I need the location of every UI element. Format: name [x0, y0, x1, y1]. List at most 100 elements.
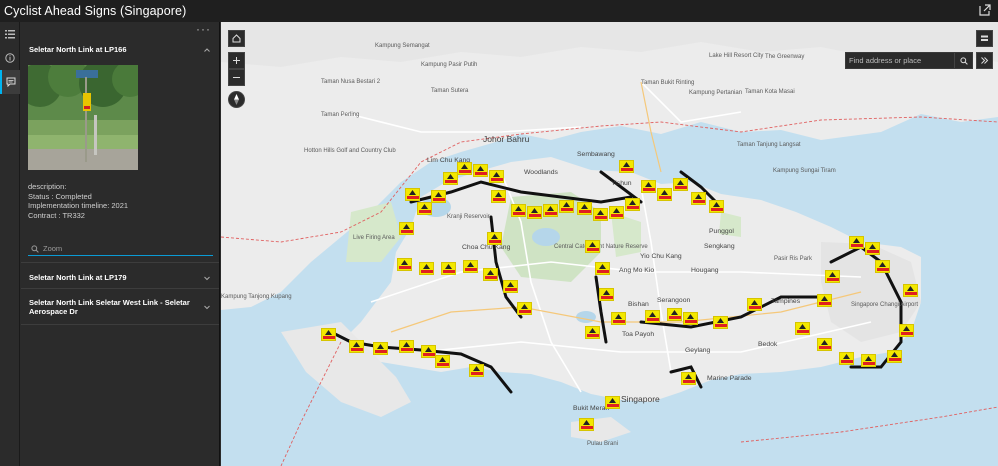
sign-marker[interactable] — [469, 364, 484, 377]
zoom-to-button[interactable]: Zoom — [28, 242, 213, 256]
zoom-out-button[interactable] — [228, 69, 245, 86]
sign-marker[interactable] — [487, 232, 502, 245]
chevron-up-icon[interactable] — [203, 46, 211, 54]
expand-button[interactable] — [976, 52, 993, 69]
map-label: Taman Sutera — [431, 88, 469, 94]
sign-marker[interactable] — [887, 350, 902, 363]
sign-marker[interactable] — [491, 190, 506, 203]
sign-marker[interactable] — [441, 262, 456, 275]
sign-marker[interactable] — [657, 188, 672, 201]
sign-marker[interactable] — [683, 312, 698, 325]
sign-marker[interactable] — [849, 236, 864, 249]
home-button[interactable] — [228, 30, 245, 47]
sign-marker[interactable] — [443, 172, 458, 185]
zoom-in-button[interactable] — [228, 52, 245, 69]
compass-icon — [234, 94, 239, 105]
app-window: Cyclist Ahead Signs (Singapore) ··· Sele… — [0, 0, 998, 466]
sign-marker[interactable] — [641, 180, 656, 193]
map-label: Bedok — [758, 341, 778, 348]
rail-info-button[interactable] — [0, 46, 20, 70]
description-label: description: — [28, 182, 67, 191]
rail-comment-button[interactable] — [0, 70, 20, 94]
sign-marker[interactable] — [579, 418, 594, 431]
sign-marker[interactable] — [875, 260, 890, 273]
comment-icon — [6, 77, 16, 87]
sign-marker[interactable] — [619, 160, 634, 173]
sign-marker[interactable] — [795, 322, 810, 335]
legend-icon — [981, 35, 988, 41]
sign-marker[interactable] — [681, 372, 696, 385]
more-options-button[interactable]: ··· — [196, 23, 211, 35]
sign-marker[interactable] — [559, 200, 574, 213]
map-label: Central Catchment Nature Reserve — [554, 244, 648, 250]
sign-marker[interactable] — [865, 242, 880, 255]
sign-marker[interactable] — [839, 352, 854, 365]
map-label: Taman Kota Masai — [745, 89, 795, 95]
search-input[interactable] — [846, 53, 954, 68]
sign-marker[interactable] — [709, 200, 724, 213]
sign-marker[interactable] — [585, 326, 600, 339]
map-label: Kampung Sungai Tiram — [773, 168, 836, 174]
sign-marker[interactable] — [825, 270, 840, 283]
sign-marker[interactable] — [457, 162, 472, 175]
layers-button[interactable] — [976, 30, 993, 47]
sign-marker[interactable] — [349, 340, 364, 353]
sign-marker[interactable] — [373, 342, 388, 355]
sign-marker[interactable] — [691, 192, 706, 205]
sign-marker[interactable] — [397, 258, 412, 271]
sign-marker[interactable] — [321, 328, 336, 341]
sign-marker[interactable] — [713, 316, 728, 329]
map-label: Punggol — [709, 228, 734, 235]
sign-marker[interactable] — [817, 338, 832, 351]
sign-marker[interactable] — [435, 355, 450, 368]
sign-marker[interactable] — [577, 202, 592, 215]
map-label: Singapore — [621, 394, 660, 404]
sign-marker[interactable] — [605, 396, 620, 409]
map-label: Marine Parade — [707, 375, 752, 382]
map-label: Taman Bukit Rinting — [641, 80, 695, 86]
list-item[interactable]: Seletar North Link Seletar West Link - S… — [21, 289, 219, 325]
sign-marker[interactable] — [861, 354, 876, 367]
sign-marker[interactable] — [511, 204, 526, 217]
sign-marker[interactable] — [473, 164, 488, 177]
sign-marker[interactable] — [611, 312, 626, 325]
sign-marker[interactable] — [645, 310, 660, 323]
sign-marker[interactable] — [421, 345, 436, 358]
sign-marker[interactable] — [517, 302, 532, 315]
sign-marker[interactable] — [673, 178, 688, 191]
rail-list-button[interactable] — [0, 22, 20, 46]
sign-marker[interactable] — [399, 222, 414, 235]
list-item[interactable]: Seletar North Link at LP179 — [21, 263, 219, 289]
sign-marker[interactable] — [419, 262, 434, 275]
sign-marker[interactable] — [899, 324, 914, 337]
sign-marker[interactable] — [609, 206, 624, 219]
map-label: Singapore Changi Airport — [851, 302, 919, 308]
status-text: Status : Completed — [28, 191, 92, 201]
selected-item-header[interactable]: Seletar North Link at LP166 — [21, 36, 219, 60]
sign-marker[interactable] — [405, 188, 420, 201]
sign-marker[interactable] — [463, 260, 478, 273]
sign-marker[interactable] — [585, 240, 600, 253]
sign-marker[interactable] — [399, 340, 414, 353]
map-label: Geylang — [685, 347, 711, 354]
sign-marker[interactable] — [543, 204, 558, 217]
sign-marker[interactable] — [817, 294, 832, 307]
map-label: Sengkang — [704, 243, 735, 250]
share-icon[interactable] — [978, 3, 992, 17]
sign-marker[interactable] — [431, 190, 446, 203]
sign-marker[interactable] — [593, 208, 608, 221]
sign-marker[interactable] — [599, 288, 614, 301]
sign-marker[interactable] — [903, 284, 918, 297]
search-button[interactable] — [954, 53, 972, 68]
sign-marker[interactable] — [625, 198, 640, 211]
sign-marker[interactable] — [483, 268, 498, 281]
sign-marker[interactable] — [503, 280, 518, 293]
sign-marker[interactable] — [747, 298, 762, 311]
sign-marker[interactable] — [595, 262, 610, 275]
map-view[interactable]: Johor Bahru Singapore Woodlands Sembawan… — [221, 22, 998, 466]
compass-button[interactable] — [228, 91, 245, 108]
sign-marker[interactable] — [667, 308, 682, 321]
sign-marker[interactable] — [417, 202, 432, 215]
sign-marker[interactable] — [489, 170, 504, 183]
sign-marker[interactable] — [527, 206, 542, 219]
